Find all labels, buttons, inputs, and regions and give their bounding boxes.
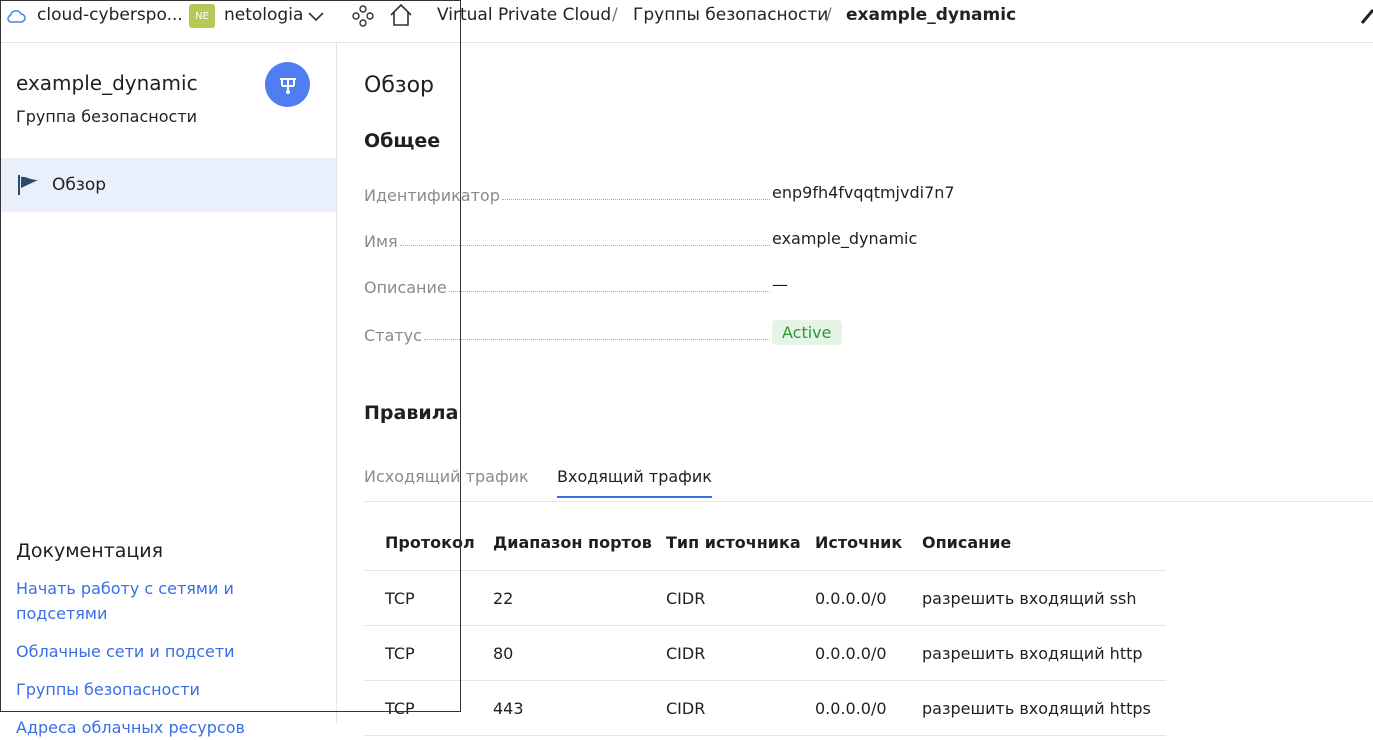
cloud-selector[interactable]: cloud-cyberspo... — [37, 0, 183, 30]
top-bar: cloud-cyberspo... NE netologia Virtual P… — [0, 0, 1373, 43]
column-header: Описание — [922, 533, 1012, 552]
security-group-icon — [265, 62, 310, 107]
table-cell: 0.0.0.0/0 — [815, 699, 887, 718]
table-cell: TCP — [385, 644, 415, 663]
docs-heading: Документация — [16, 540, 164, 562]
table-cell: 80 — [493, 644, 514, 663]
services-icon[interactable] — [351, 4, 375, 28]
column-header: Источник — [815, 533, 903, 552]
table-cell: 0.0.0.0/0 — [815, 589, 887, 608]
home-icon[interactable] — [388, 2, 414, 28]
doc-link-security-groups[interactable]: Группы безопасности — [16, 677, 256, 702]
resource-title: example_dynamic — [16, 71, 198, 95]
table-cell: разрешить входящий https — [922, 699, 1151, 718]
cloud-icon[interactable] — [5, 5, 27, 27]
breadcrumb-separator: / — [612, 5, 618, 25]
pencil-icon[interactable] — [1359, 6, 1373, 26]
resource-type: Группа безопасности — [16, 107, 198, 126]
flag-icon — [18, 175, 38, 195]
folder-selector[interactable]: netologia — [224, 0, 303, 30]
property-label: Описание — [364, 278, 447, 297]
property-value-id: enp9fh4fvqqtmjvdi7n7 — [772, 183, 955, 202]
table-cell: 0.0.0.0/0 — [815, 644, 887, 663]
sidebar: example_dynamic Группа безопасности Обзо… — [0, 43, 337, 737]
table-row[interactable]: TCP 80 CIDR 0.0.0.0/0 разрешить входящий… — [364, 626, 1166, 681]
property-row: Описание — [364, 273, 772, 297]
column-header: Диапазон портов — [493, 533, 652, 552]
table-cell: разрешить входящий ssh — [922, 589, 1137, 608]
tab-ingress[interactable]: Входящий трафик — [557, 467, 712, 498]
section-heading-general: Общее — [364, 130, 441, 152]
traffic-tabs: Исходящий трафик Входящий трафик — [364, 459, 1373, 502]
breadcrumb-security-groups[interactable]: Группы безопасности — [633, 0, 828, 30]
main-content: Обзор Общее Идентификатор enp9fh4fvqqtmj… — [337, 43, 1373, 736]
breadcrumb-current: example_dynamic — [846, 5, 1017, 25]
table-cell: CIDR — [666, 644, 706, 663]
dotted-leader — [448, 291, 770, 292]
doc-link-addresses[interactable]: Адреса облачных ресурсов — [16, 715, 256, 740]
property-row: Идентификатор — [364, 181, 772, 205]
property-row: Имя — [364, 227, 772, 251]
rules-table: Протокол Диапазон портов Тип источника И… — [364, 515, 1166, 736]
section-heading-rules: Правила — [364, 402, 459, 424]
doc-link-networks[interactable]: Облачные сети и подсети — [16, 639, 256, 664]
table-cell: разрешить входящий http — [922, 644, 1143, 663]
dotted-leader — [501, 199, 770, 200]
table-cell: 443 — [493, 699, 524, 718]
property-label: Идентификатор — [364, 186, 500, 205]
sidebar-item-label: Обзор — [52, 175, 107, 195]
table-cell: CIDR — [666, 699, 706, 718]
table-cell: TCP — [385, 699, 415, 718]
property-value-description: — — [772, 275, 788, 294]
property-row: Статус — [364, 321, 772, 345]
table-row[interactable]: TCP 22 CIDR 0.0.0.0/0 разрешить входящий… — [364, 571, 1166, 626]
column-header: Тип источника — [666, 533, 801, 552]
property-label: Статус — [364, 326, 422, 345]
table-row[interactable]: TCP 443 CIDR 0.0.0.0/0 разрешить входящи… — [364, 681, 1166, 736]
folder-badge[interactable]: NE — [189, 4, 215, 28]
breadcrumb-separator: / — [826, 5, 832, 25]
dotted-leader — [423, 339, 770, 340]
table-cell: CIDR — [666, 589, 706, 608]
breadcrumb-vpc[interactable]: Virtual Private Cloud — [437, 0, 611, 30]
column-header: Протокол — [385, 533, 475, 552]
tab-egress[interactable]: Исходящий трафик — [364, 467, 529, 496]
status-badge: Active — [772, 320, 842, 345]
page-title: Обзор — [364, 73, 435, 98]
sidebar-item-overview[interactable]: Обзор — [0, 158, 336, 212]
table-header: Протокол Диапазон портов Тип источника И… — [364, 515, 1166, 571]
table-cell: 22 — [493, 589, 514, 608]
property-value-name: example_dynamic — [772, 229, 918, 248]
doc-link-getting-started[interactable]: Начать работу с сетями и подсетями — [16, 576, 256, 626]
dotted-leader — [399, 245, 770, 246]
table-cell: TCP — [385, 589, 415, 608]
property-label: Имя — [364, 232, 398, 251]
chevron-down-icon[interactable] — [306, 6, 326, 26]
